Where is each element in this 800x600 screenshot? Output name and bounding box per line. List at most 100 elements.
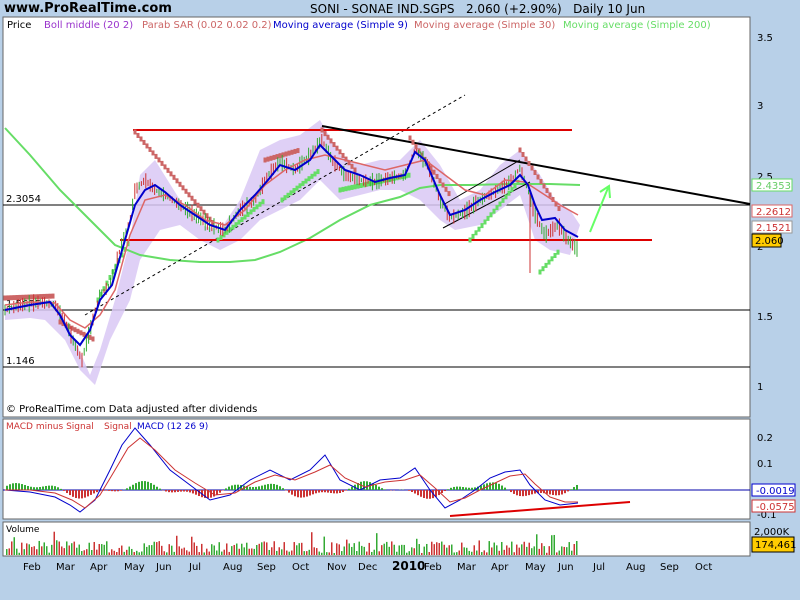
- volume-bar: [571, 550, 573, 555]
- macd-bar: [516, 490, 518, 496]
- macd-bar: [165, 490, 167, 492]
- volume-bar: [381, 545, 383, 555]
- sar-dot: [199, 206, 203, 212]
- volume-bar: [351, 546, 353, 555]
- volume-bar: [453, 552, 455, 555]
- macd-bar: [174, 490, 176, 493]
- sar-dot: [557, 206, 561, 211]
- sar-dot: [335, 145, 339, 151]
- sar-dot: [438, 178, 442, 184]
- volume-bar: [131, 548, 133, 555]
- macd-bar: [453, 486, 455, 490]
- volume-bar: [213, 545, 215, 555]
- sar-dot: [344, 186, 348, 192]
- macd-bar: [261, 485, 263, 490]
- volume-bar: [146, 546, 148, 555]
- macd-bar: [519, 490, 521, 497]
- volume-bar: [576, 541, 578, 555]
- sar-dot: [231, 224, 235, 230]
- macd-bar: [450, 487, 452, 490]
- sar-dot: [30, 294, 34, 300]
- macd-bar: [327, 490, 329, 493]
- volume-bar: [503, 549, 505, 555]
- volume-bar: [428, 551, 430, 555]
- macd-bar: [132, 484, 134, 490]
- volume-bar: [208, 551, 210, 555]
- macd-bar: [228, 486, 230, 490]
- sar-dot: [341, 152, 345, 158]
- sar-dot: [216, 237, 220, 243]
- sar-dot: [471, 233, 475, 239]
- macd-bar: [12, 483, 14, 490]
- macd-bar: [522, 490, 524, 497]
- x-tick: Mar: [457, 562, 477, 573]
- volume-bar: [93, 541, 95, 555]
- sar-dot: [486, 215, 490, 221]
- volume-bar: [98, 544, 100, 555]
- volume-bar: [86, 549, 88, 555]
- volume-bar: [506, 545, 508, 555]
- volume-bar: [16, 548, 18, 555]
- volume-bar: [51, 544, 53, 555]
- chart-canvas[interactable]: Price Boll middle (20 2) Parab SAR (0.02…: [0, 0, 800, 600]
- volume-bar: [368, 542, 370, 555]
- x-tick: Mar: [56, 562, 76, 573]
- sar-dot: [468, 237, 472, 243]
- volume-bar: [298, 543, 300, 555]
- macd-bar: [135, 483, 137, 490]
- macd-bar: [468, 487, 470, 490]
- volume-bar: [436, 542, 438, 555]
- volume-bar: [33, 546, 35, 555]
- volume-bar: [41, 546, 43, 555]
- sar-dot: [184, 188, 188, 194]
- macd-bar: [498, 483, 500, 490]
- hline-label-3: 1.146: [6, 356, 35, 367]
- x-axis: Feb Mar Apr May Jun Jul Aug Sep Oct Nov Dec 2010Feb…: [23, 559, 712, 573]
- sar-dot: [190, 195, 194, 201]
- macd-bar: [60, 488, 62, 490]
- volume-bar: [46, 546, 48, 555]
- volume-bar: [501, 541, 503, 555]
- volume-bar: [341, 551, 343, 555]
- sar-dot: [507, 190, 511, 196]
- macd-legend-b: Signal: [104, 422, 132, 432]
- volume-bar: [198, 552, 200, 555]
- volume-bar: [363, 546, 365, 555]
- sar-dot: [287, 150, 291, 156]
- x-tick: Dec: [358, 562, 377, 573]
- sar-dot: [289, 190, 293, 196]
- sar-dot: [73, 327, 77, 333]
- volume-bar: [416, 538, 418, 555]
- volume-bar: [306, 551, 308, 555]
- macd-bar: [552, 490, 554, 496]
- volume-bar: [418, 544, 420, 555]
- volume-bar: [96, 549, 98, 555]
- ytick: 1: [757, 382, 763, 393]
- macd-bar: [501, 485, 503, 490]
- sar-dot: [219, 234, 223, 240]
- macd-bar: [528, 490, 530, 496]
- sar-dot: [269, 155, 273, 161]
- volume-bar: [311, 532, 313, 555]
- volume-bar: [386, 541, 388, 555]
- macd-bar: [120, 490, 122, 491]
- sar-dot: [284, 151, 288, 157]
- macd-bar: [105, 490, 107, 491]
- volume-bar: [226, 543, 228, 555]
- sar-dot: [332, 142, 336, 148]
- volume-bar: [456, 552, 458, 555]
- volume-bar: [128, 546, 130, 555]
- volume-bar: [388, 546, 390, 555]
- volume-bar: [73, 541, 75, 555]
- macd-bar: [249, 486, 251, 490]
- volume-bar: [56, 540, 58, 555]
- volume-bar: [8, 548, 10, 555]
- volume-bar: [308, 549, 310, 555]
- volume-bar: [391, 541, 393, 555]
- macd-bar: [216, 490, 218, 495]
- price-panel[interactable]: [2, 16, 751, 418]
- x-tick: Sep: [660, 562, 679, 573]
- macd-bar: [24, 485, 26, 490]
- volume-bar: [31, 546, 33, 555]
- sar-dot: [411, 139, 415, 145]
